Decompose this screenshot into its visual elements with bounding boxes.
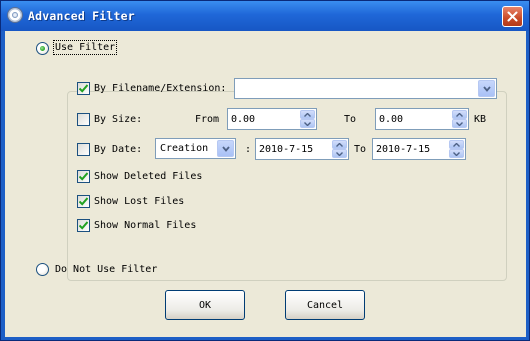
ok-button-label: OK: [198, 299, 212, 311]
show-deleted-label: Show Deleted Files: [94, 171, 203, 182]
check-icon: [79, 197, 88, 206]
date-from-up-button[interactable]: [332, 140, 347, 149]
show-deleted-checkbox[interactable]: [77, 170, 90, 183]
use-filter-radio[interactable]: [36, 42, 49, 55]
chevron-up-icon: [336, 143, 343, 147]
date-from-picker[interactable]: 2010-7-15: [255, 138, 349, 160]
window-title: Advanced Filter: [28, 9, 135, 23]
size-to-down-button[interactable]: [452, 119, 467, 128]
no-filter-label[interactable]: Do Not Use Filter: [55, 264, 157, 275]
size-to-spin-buttons: [452, 110, 467, 128]
show-normal-checkbox[interactable]: [77, 219, 90, 232]
radio-selected-dot: [40, 46, 45, 51]
date-to-label: To: [354, 144, 367, 155]
date-filter-label: By Date:: [94, 144, 143, 155]
size-from-spinner[interactable]: 0.00: [227, 108, 317, 130]
size-to-label: To: [344, 114, 357, 125]
date-type-combo[interactable]: Creation: [155, 138, 236, 159]
size-from-value: 0.00: [231, 114, 256, 125]
chevron-up-icon: [304, 113, 311, 117]
chevron-up-icon: [453, 143, 460, 147]
date-to-up-button[interactable]: [449, 140, 464, 149]
show-normal-label: Show Normal Files: [94, 220, 197, 231]
date-type-dropdown-button[interactable]: [217, 140, 234, 157]
chevron-down-icon: [483, 86, 491, 92]
check-icon: [79, 84, 88, 93]
size-to-spinner[interactable]: 0.00: [375, 108, 469, 130]
chevron-down-icon: [336, 152, 343, 156]
filename-dropdown-button[interactable]: [478, 80, 495, 97]
show-lost-label: Show Lost Files: [94, 196, 185, 207]
chevron-down-icon: [222, 146, 230, 152]
advanced-filter-dialog: Advanced Filter Use Filter By Filename/E…: [0, 0, 530, 341]
show-lost-checkbox[interactable]: [77, 195, 90, 208]
filename-filter-label: By Filename/Extension:: [94, 83, 227, 94]
ok-button[interactable]: OK: [165, 290, 245, 320]
chevron-up-icon: [456, 113, 463, 117]
cancel-button[interactable]: Cancel: [285, 290, 365, 320]
disc-icon: [7, 7, 23, 23]
chevron-down-icon: [453, 152, 460, 156]
size-from-up-button[interactable]: [300, 110, 315, 119]
size-filter-label: By Size:: [94, 114, 143, 125]
size-filter-checkbox[interactable]: [77, 113, 90, 126]
date-from-down-button[interactable]: [332, 149, 347, 158]
date-filter-checkbox[interactable]: [77, 143, 90, 156]
chevron-down-icon: [304, 122, 311, 126]
check-icon: [79, 172, 88, 181]
filename-filter-checkbox[interactable]: [77, 82, 90, 95]
close-button[interactable]: [502, 6, 523, 27]
date-to-down-button[interactable]: [449, 149, 464, 158]
cancel-button-label: Cancel: [306, 299, 344, 311]
date-from-spin-buttons: [332, 140, 347, 158]
date-type-value: Creation: [160, 143, 209, 154]
date-to-picker[interactable]: 2010-7-15: [372, 138, 466, 160]
check-icon: [79, 221, 88, 230]
close-icon: [507, 11, 518, 22]
date-from-value: 2010-7-15: [259, 144, 314, 155]
use-filter-label[interactable]: Use Filter: [52, 40, 118, 55]
date-separator: :: [245, 144, 252, 155]
size-unit-label: KB: [474, 114, 487, 125]
date-to-spin-buttons: [449, 140, 464, 158]
size-from-label: From: [195, 114, 220, 125]
chevron-down-icon: [456, 122, 463, 126]
size-to-up-button[interactable]: [452, 110, 467, 119]
title-bar[interactable]: Advanced Filter: [1, 1, 529, 31]
filename-extension-combo[interactable]: [234, 78, 497, 99]
size-from-spin-buttons: [300, 110, 315, 128]
no-filter-radio[interactable]: [36, 263, 49, 276]
size-to-value: 0.00: [379, 114, 404, 125]
dialog-body: Use Filter By Filename/Extension: By Siz…: [5, 31, 526, 337]
size-from-down-button[interactable]: [300, 119, 315, 128]
date-to-value: 2010-7-15: [376, 144, 431, 155]
